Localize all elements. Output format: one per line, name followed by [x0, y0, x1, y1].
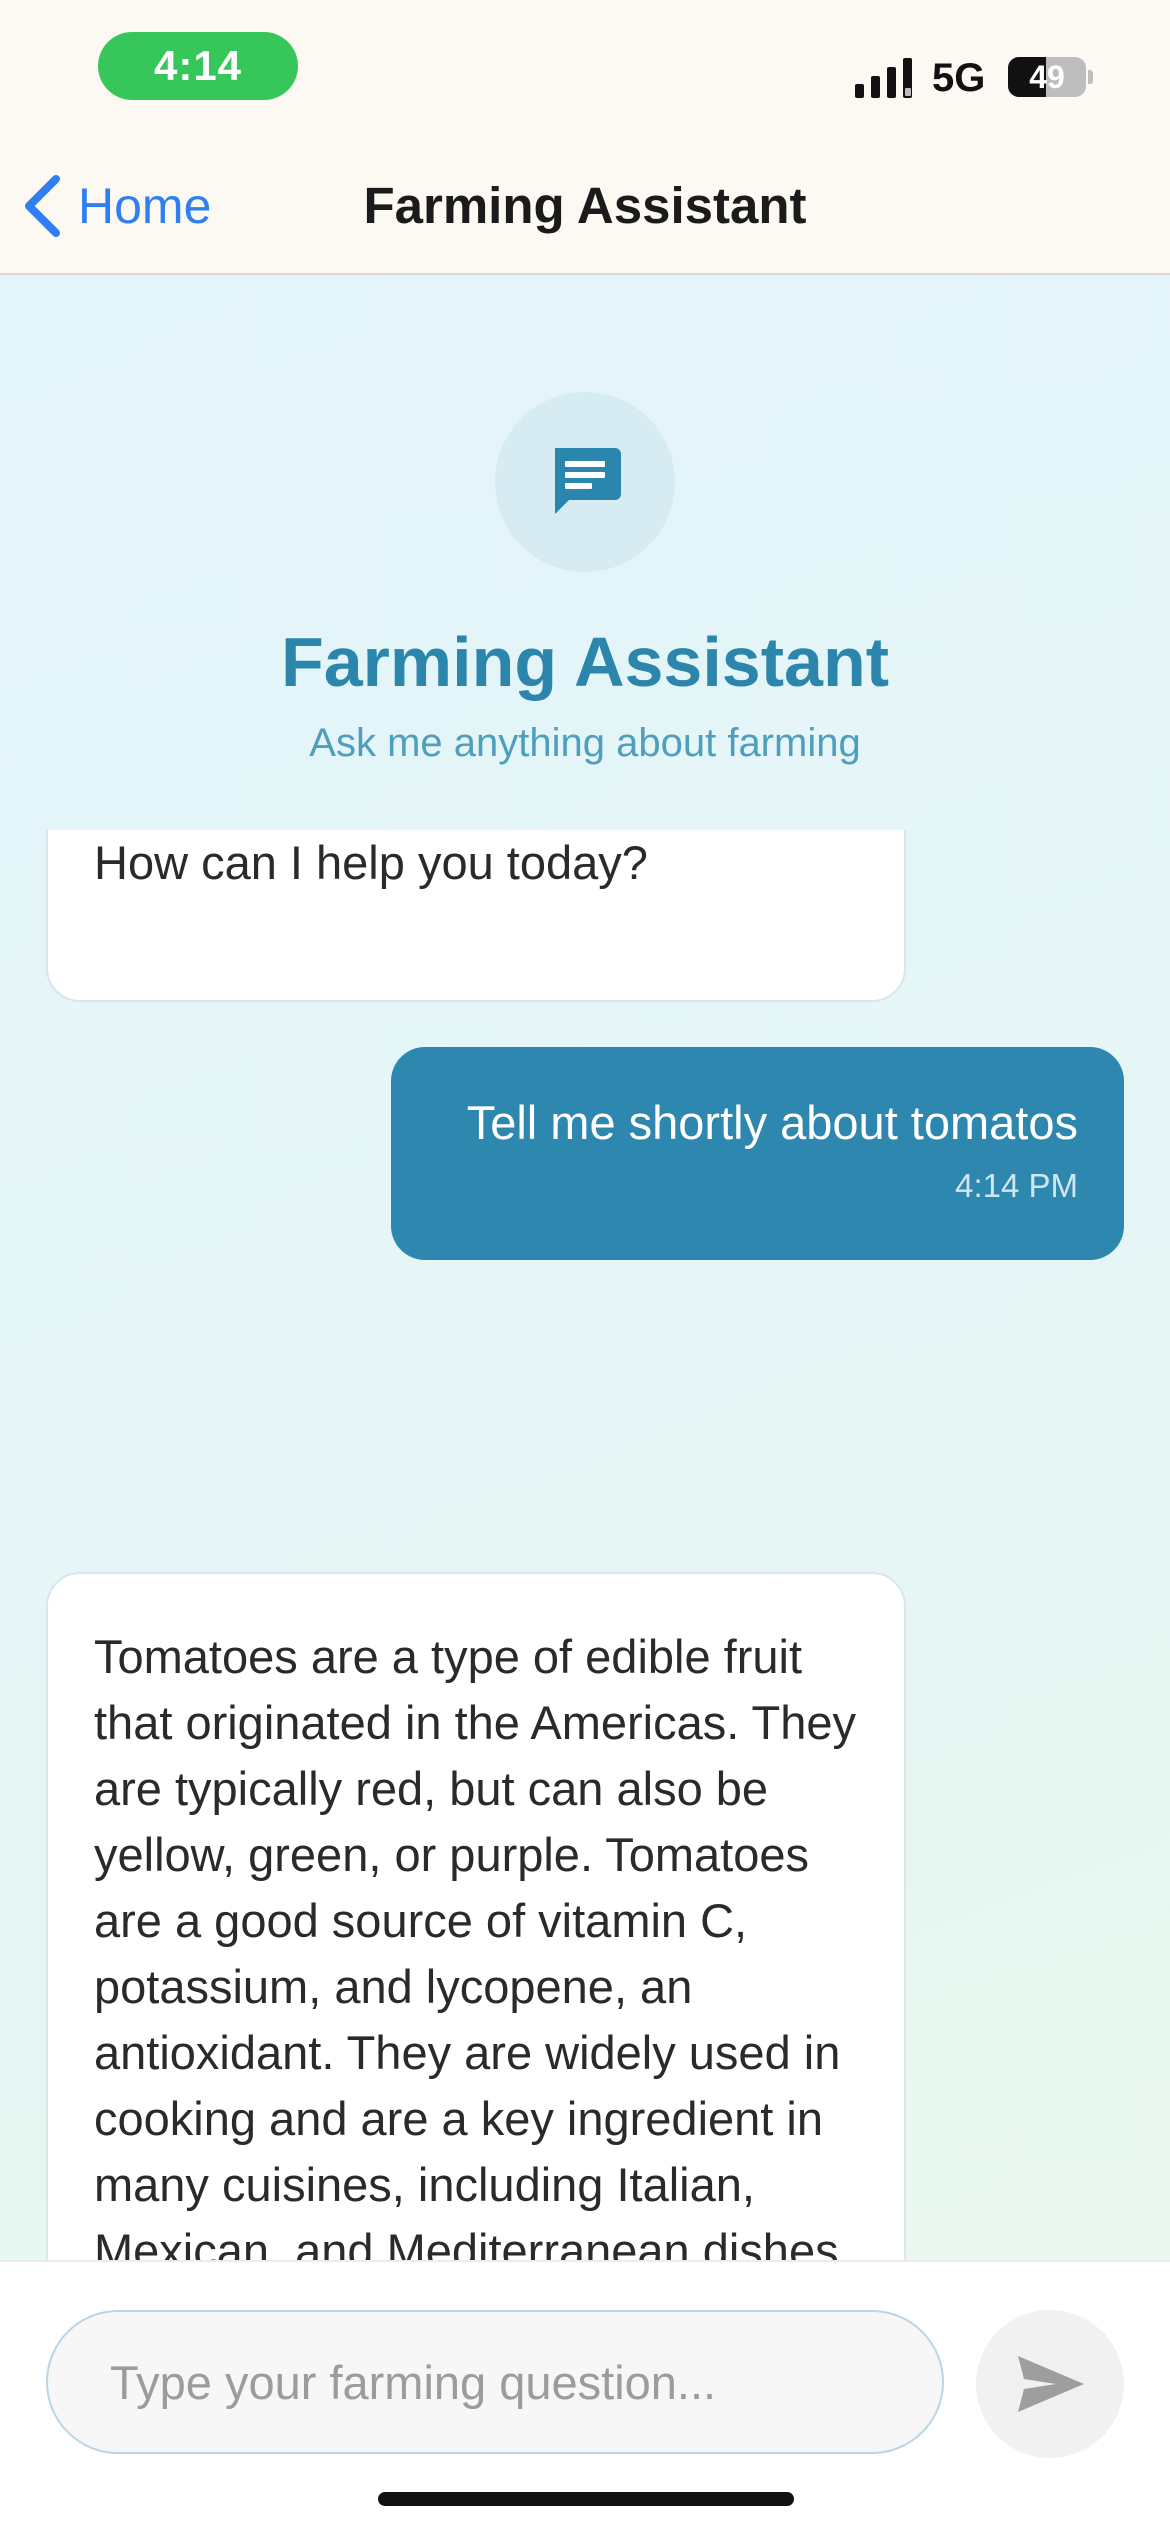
assistant-title: Farming Assistant — [280, 623, 890, 701]
question-input[interactable] — [46, 2310, 944, 2454]
message-list[interactable]: How can I help you today? Tell me shortl… — [0, 830, 1170, 2260]
assistant-message: How can I help you today? — [46, 830, 906, 1002]
nav-title: Farming Assistant — [363, 177, 807, 234]
message-timestamp: 4:14 PM — [955, 1167, 1078, 1204]
chat-badge — [495, 392, 675, 572]
assistant-subtitle: Ask me anything about farming — [309, 721, 861, 765]
navigation-bar: Home Farming Assistant — [0, 140, 1170, 275]
message-text: Tell me shortly about tomatos — [466, 1096, 1078, 1149]
user-message: Tell me shortly about tomatos 4:14 PM — [391, 1047, 1124, 1260]
cellular-signal-icon — [855, 58, 912, 98]
send-button[interactable] — [976, 2310, 1124, 2458]
assistant-header: Farming Assistant Ask me anything about … — [0, 275, 1170, 830]
message-text: How can I help you today? — [94, 836, 648, 889]
assistant-message: Tomatoes are a type of edible fruit that… — [46, 1572, 906, 2260]
battery-level-label: 49 — [1029, 59, 1065, 95]
chat-bubble-icon — [555, 448, 621, 514]
home-indicator — [378, 2492, 794, 2506]
input-bar — [0, 2260, 1170, 2534]
send-icon — [1018, 2356, 1084, 2412]
status-bar: 4:14 5G 49 — [0, 0, 1170, 140]
message-text: Tomatoes are a type of edible fruit that… — [94, 1630, 857, 2260]
network-type-label: 5G — [932, 56, 986, 100]
chat-area: Farming Assistant Ask me anything about … — [0, 275, 1170, 2260]
battery-tip — [1088, 70, 1093, 84]
battery-icon: 49 — [1008, 57, 1086, 97]
status-time: 4:14 — [98, 32, 298, 100]
